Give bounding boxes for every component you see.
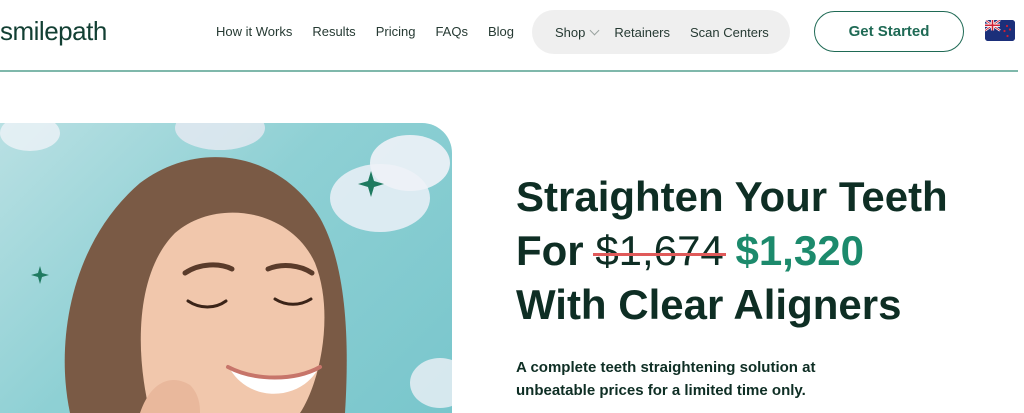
site-header: smilepath How it Works Results Pricing F…: [0, 0, 1024, 72]
logo[interactable]: smilepath: [0, 16, 107, 47]
shop-nav-pill: Shop Retainers Scan Centers: [532, 10, 790, 54]
hero-image: [0, 123, 452, 413]
hero-headline: Straighten Your Teeth For $1,674 $1,320 …: [516, 170, 948, 332]
nav-faqs[interactable]: FAQs: [435, 24, 468, 39]
old-price: $1,674: [595, 227, 724, 274]
new-price: $1,320: [735, 227, 864, 274]
headline-line-1: Straighten Your Teeth: [516, 173, 948, 220]
hero-subtext: A complete teeth straightening solution …: [516, 359, 816, 399]
chevron-down-icon: [589, 25, 600, 35]
nav-retainers[interactable]: Retainers: [614, 25, 670, 40]
nav-scan-centers[interactable]: Scan Centers: [690, 25, 769, 40]
nav-pricing[interactable]: Pricing: [376, 24, 416, 39]
headline-for: For: [516, 227, 584, 274]
nav-results[interactable]: Results: [312, 24, 355, 39]
new-zealand-flag-icon[interactable]: [985, 20, 1015, 41]
shop-dropdown[interactable]: Shop: [555, 24, 600, 40]
header-divider: [0, 70, 1018, 72]
headline-line-2: For $1,674 $1,320: [516, 224, 948, 278]
headline-line-3: With Clear Aligners: [516, 281, 902, 328]
get-started-button[interactable]: Get Started: [814, 11, 964, 52]
shop-label: Shop: [555, 24, 586, 40]
nav-how-it-works[interactable]: How it Works: [216, 24, 292, 39]
main-nav: How it Works Results Pricing FAQs Blog: [216, 24, 514, 39]
nav-blog[interactable]: Blog: [488, 24, 514, 39]
